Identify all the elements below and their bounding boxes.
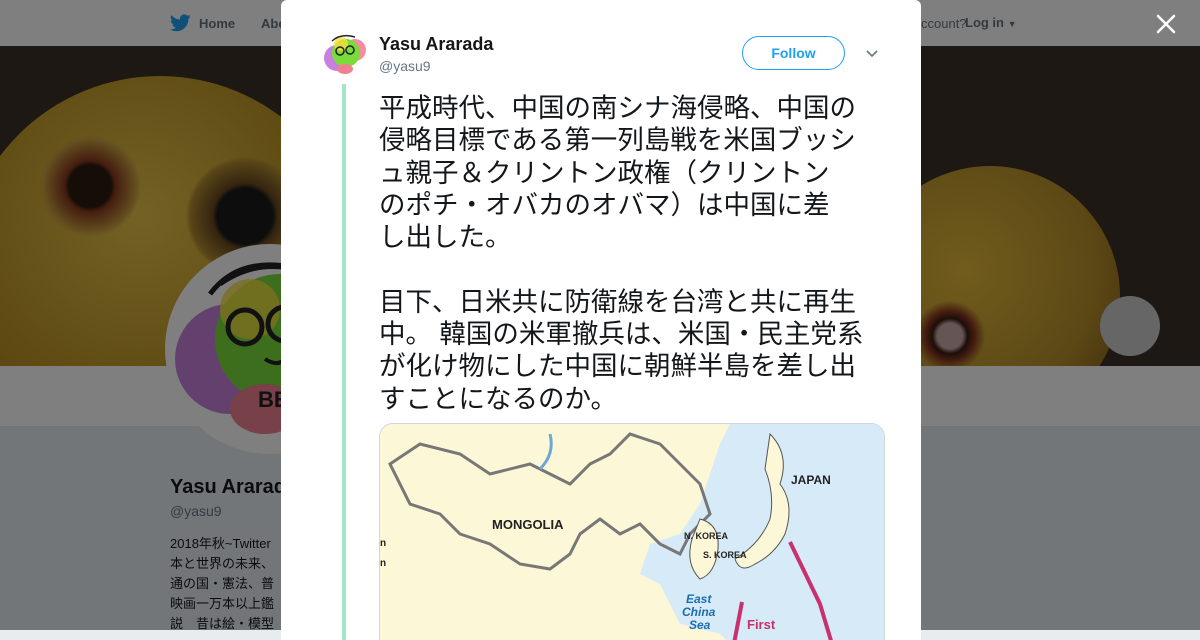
map-label-east: East [686, 592, 712, 606]
map-label-n-korea: N. KOREA [684, 531, 729, 541]
follow-button[interactable]: Follow [742, 36, 845, 70]
tweet-map-image[interactable]: MONGOLIA JAPAN N. KOREA S. KOREA East Ch… [379, 423, 885, 640]
tweet-modal: Yasu Ararada @yasu9 Follow 平成時代、中国の南シナ海侵… [281, 0, 921, 640]
tweet-author-name[interactable]: Yasu Ararada [379, 34, 493, 55]
map-drawing [380, 424, 884, 640]
map-label-china: China [682, 605, 716, 619]
map-label-japan: JAPAN [791, 473, 831, 487]
map-label-mongolia: MONGOLIA [492, 517, 564, 532]
tweet-author-handle[interactable]: @yasu9 [379, 58, 431, 74]
chevron-down-icon[interactable] [865, 47, 879, 61]
tweet-author-avatar[interactable] [323, 32, 367, 76]
close-icon[interactable] [1152, 10, 1180, 38]
map-label-edge: n [380, 538, 387, 549]
thread-line [342, 84, 346, 640]
tweet-text: 平成時代、中国の南シナ海侵略、中国の 侵略目標である第一列島戦を米国ブッシ ュ親… [379, 93, 864, 414]
map-label-s-korea: S. KOREA [703, 550, 747, 560]
map-label-edge: n [380, 558, 387, 569]
